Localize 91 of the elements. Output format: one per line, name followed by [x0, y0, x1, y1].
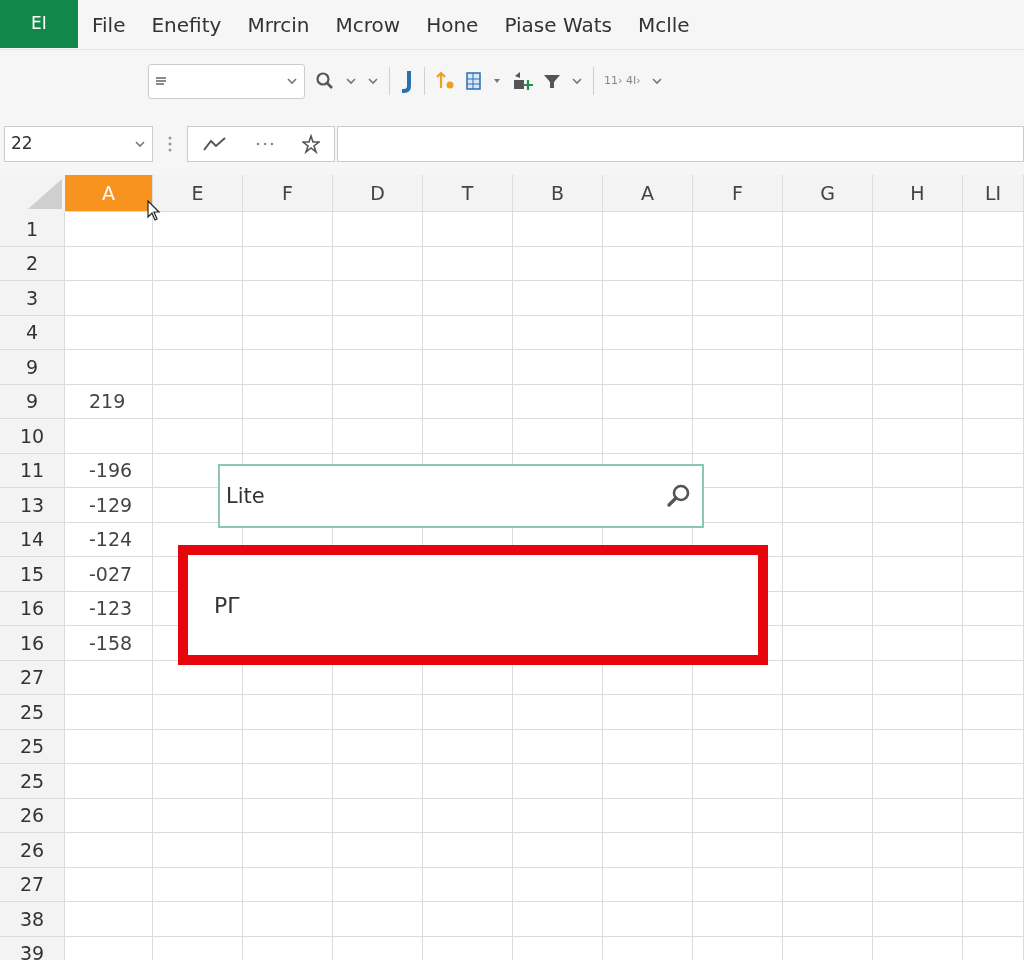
grid-cell	[963, 281, 1024, 316]
column-header[interactable]: F	[243, 175, 333, 212]
menu-item[interactable]: Piase Wats	[492, 9, 624, 40]
grid-cell	[963, 626, 1024, 661]
row-header[interactable]: 15	[0, 557, 65, 592]
row-header[interactable]: 25	[0, 729, 65, 764]
menu-item[interactable]: Hone	[414, 9, 491, 40]
grid-cell	[963, 350, 1024, 385]
caret-icon[interactable]	[650, 76, 663, 86]
row-header[interactable]: 26	[0, 798, 65, 833]
column-header[interactable]: T	[423, 175, 513, 212]
search-field[interactable]: Lite	[218, 464, 704, 528]
column-header[interactable]: E	[153, 175, 243, 212]
add-shape-icon[interactable]	[511, 70, 533, 92]
column-header[interactable]: D	[333, 175, 423, 212]
menu-item[interactable]: Mrrcin	[235, 9, 322, 40]
grid-cell	[963, 695, 1024, 730]
table-icon[interactable]	[465, 70, 483, 92]
grid-cell	[963, 591, 1024, 626]
grid-cell	[963, 315, 1024, 350]
grid-cell	[963, 729, 1024, 764]
row-header[interactable]: 4	[0, 315, 65, 350]
caret-icon[interactable]	[345, 76, 357, 86]
mouse-pointer-icon	[147, 200, 161, 222]
table-cell: -129	[65, 488, 153, 523]
row-header[interactable]: 16	[0, 626, 65, 661]
menu-item[interactable]: Mcrow	[323, 9, 413, 40]
search-icon[interactable]	[666, 483, 692, 509]
grid-cell	[963, 419, 1024, 454]
grid-cell	[963, 902, 1024, 937]
column-header[interactable]: F	[693, 175, 783, 212]
grid-cell	[963, 453, 1024, 488]
table-cell: -027	[65, 557, 153, 592]
row-header[interactable]: 25	[0, 695, 65, 730]
grid-cell	[963, 384, 1024, 419]
row-header[interactable]: 13	[0, 488, 65, 523]
lines-icon	[155, 76, 167, 86]
row-header[interactable]: 1	[0, 212, 65, 247]
formula-input[interactable]	[337, 125, 1024, 162]
column-header[interactable]: G	[783, 175, 873, 212]
j-shape-icon[interactable]	[400, 69, 414, 93]
name-box-value: 22	[11, 131, 33, 155]
caret-icon[interactable]	[134, 138, 146, 149]
row-header[interactable]: 39	[0, 936, 65, 960]
toolbar-label: 11› 4I›	[604, 72, 641, 89]
row-header[interactable]: 27	[0, 867, 65, 902]
row-header[interactable]: 3	[0, 281, 65, 316]
grid-cell	[963, 833, 1024, 868]
grid-cell	[963, 488, 1024, 523]
menu-item[interactable]: Enefity	[139, 9, 234, 40]
row-header[interactable]: 38	[0, 902, 65, 937]
caret-icon[interactable]	[493, 77, 501, 85]
caret-icon[interactable]	[367, 76, 379, 86]
row-header[interactable]: 26	[0, 833, 65, 868]
highlight-text: PГ	[214, 591, 241, 620]
row-header[interactable]: 9	[0, 384, 65, 419]
row-header[interactable]: 27	[0, 660, 65, 695]
column-header[interactable]: LI	[963, 175, 1024, 212]
grid-cell	[963, 212, 1024, 247]
caret-icon[interactable]	[286, 76, 298, 86]
caret-icon[interactable]	[571, 76, 583, 86]
grid-cell	[963, 867, 1024, 902]
grid-cell	[963, 557, 1024, 592]
row-header[interactable]: 11	[0, 453, 65, 488]
row-header[interactable]: 10	[0, 419, 65, 454]
table-cell: -124	[65, 522, 153, 557]
table-cell: 219	[65, 384, 153, 419]
row-header[interactable]: 2	[0, 246, 65, 281]
menu-item[interactable]: File	[80, 9, 138, 40]
row-header[interactable]: 16	[0, 591, 65, 626]
grid-cell	[963, 246, 1024, 281]
table-cell: -123	[65, 591, 153, 626]
line-chart-icon[interactable]	[201, 134, 228, 153]
column-header[interactable]: H	[873, 175, 963, 212]
column-header[interactable]: B	[513, 175, 603, 212]
grid-cell	[963, 522, 1024, 557]
grid-cell	[963, 798, 1024, 833]
menu-item[interactable]: Mclle	[625, 9, 702, 40]
column-header[interactable]: A	[603, 175, 693, 212]
grid-cell	[963, 764, 1024, 799]
app-logo[interactable]: EI	[0, 0, 78, 48]
table-cell: -196	[65, 453, 153, 488]
row-header[interactable]: 9	[0, 350, 65, 385]
search-icon[interactable]	[315, 71, 335, 91]
filter-icon[interactable]	[543, 72, 561, 90]
star-icon[interactable]	[302, 133, 321, 154]
table-cell: -158	[65, 626, 153, 661]
grid-cell	[963, 660, 1024, 695]
row-header[interactable]: 14	[0, 522, 65, 557]
row-header[interactable]: 25	[0, 764, 65, 799]
name-box[interactable]: 22	[4, 125, 153, 162]
